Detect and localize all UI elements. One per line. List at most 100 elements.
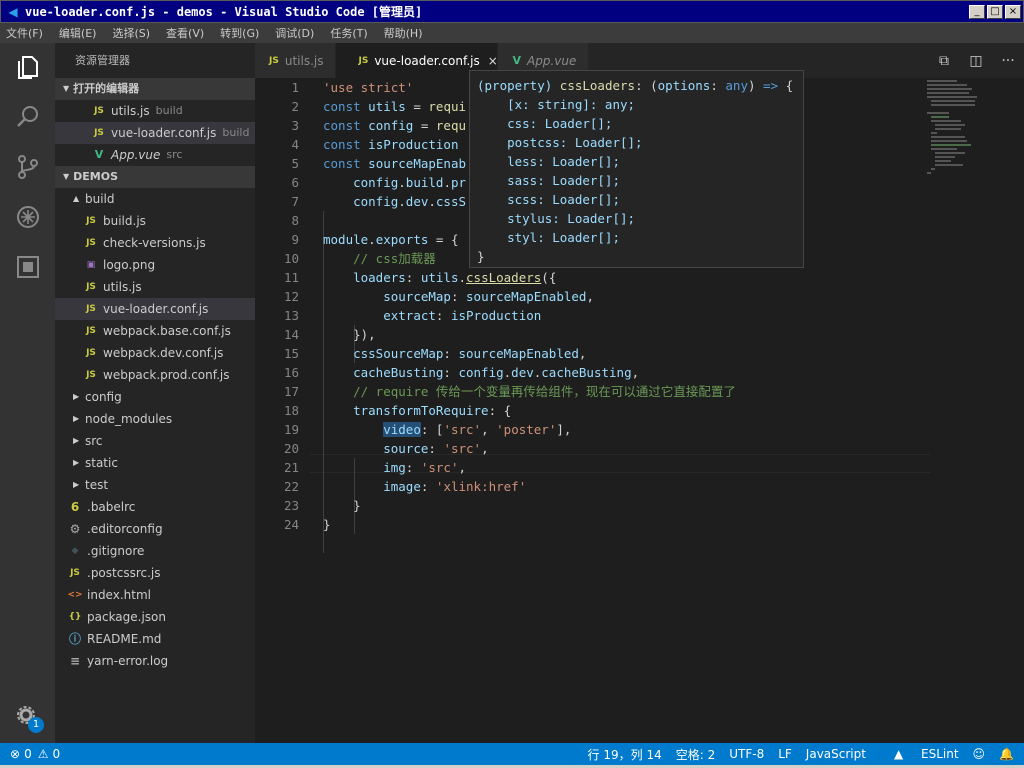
cursor-position[interactable]: 行 19，列 14 — [588, 746, 662, 763]
tree-folder[interactable]: ▶ test — [55, 474, 255, 496]
code-line: config.build.pr — [353, 175, 467, 190]
minimize-button[interactable]: _ — [969, 4, 985, 19]
code-line: } — [323, 498, 361, 513]
tree-item-label: .gitignore — [87, 544, 145, 558]
tree-folder[interactable]: ▶ config — [55, 386, 255, 408]
open-editor-item[interactable]: V App.vue src — [55, 144, 255, 166]
tree-file[interactable]: ◆ .gitignore — [55, 540, 255, 562]
error-count[interactable]: 0 — [24, 747, 32, 761]
open-editor-name: vue-loader.conf.js — [111, 126, 217, 140]
activity-bar: 1 — [0, 43, 55, 743]
hover-line: less: Loader[]; — [477, 154, 620, 169]
open-editor-item[interactable]: JS vue-loader.conf.js build — [55, 122, 255, 144]
maximize-button[interactable]: □ — [987, 4, 1003, 19]
menu-tasks[interactable]: 任务(T) — [330, 25, 367, 41]
chevron-right-icon: ▶ — [73, 458, 80, 467]
line-number: 4 — [291, 137, 299, 152]
chevron-down-icon: ▲ — [73, 194, 80, 203]
menu-help[interactable]: 帮助(H) — [384, 25, 423, 41]
open-editor-item[interactable]: JS utils.js build — [55, 100, 255, 122]
tree-file[interactable]: <> index.html — [55, 584, 255, 606]
language-mode[interactable]: JavaScript — [806, 747, 866, 761]
open-editors-header[interactable]: ▼ 打开的编辑器 — [55, 78, 255, 100]
code-line: const utils = requi — [323, 99, 467, 114]
menu-edit[interactable]: 编辑(E) — [59, 25, 97, 41]
tree-file-selected[interactable]: JS vue-loader.conf.js — [55, 298, 255, 320]
sidebar-title: 资源管理器 — [75, 54, 130, 67]
tree-folder[interactable]: ▶ static — [55, 452, 255, 474]
tab-label: utils.js — [284, 53, 324, 68]
line-number: 3 — [291, 118, 299, 133]
search-icon[interactable] — [0, 93, 55, 141]
tree-item-label: test — [85, 478, 109, 492]
js-file-icon: JS — [94, 128, 104, 138]
explorer-icon[interactable] — [0, 43, 55, 91]
tree-file[interactable]: {} package.json — [55, 606, 255, 628]
tree-folder-build[interactable]: ▲ build — [55, 188, 255, 210]
tree-file[interactable]: JS utils.js — [55, 276, 255, 298]
status-bar: ⊗ 0 ⚠ 0 行 19，列 14 空格: 2 UTF-8 LF JavaScrip… — [0, 743, 1024, 765]
code-line: sourceMap: sourceMapEnabled, — [383, 289, 594, 304]
line-number: 23 — [283, 498, 299, 513]
tree-file[interactable]: 6 .babelrc — [55, 496, 255, 518]
menu-debug[interactable]: 调试(D) — [275, 25, 314, 41]
code-line: const isProduction — [323, 137, 459, 152]
js-file-icon: JS — [269, 55, 279, 66]
feedback-smiley-icon[interactable]: ☺ — [973, 747, 986, 761]
info-file-icon: ⓘ — [68, 632, 81, 646]
hover-line: (property) cssLoaders: (options: any) =>… — [477, 78, 794, 93]
menu-go[interactable]: 转到(G) — [220, 25, 259, 41]
tab-close-icon[interactable]: × — [488, 54, 498, 68]
workspace-header[interactable]: ▼ DEMOS — [55, 166, 255, 188]
tab-utils-js[interactable]: JS utils.js — [255, 43, 337, 78]
line-number: 18 — [283, 403, 299, 418]
extensions-icon[interactable] — [0, 243, 55, 291]
encoding[interactable]: UTF-8 — [729, 747, 764, 761]
tree-item-label: utils.js — [103, 280, 142, 294]
tree-file[interactable]: ≡ yarn-error.log — [55, 650, 255, 672]
end-of-line[interactable]: LF — [778, 747, 792, 761]
more-actions-icon[interactable]: ··· — [992, 53, 1024, 69]
eslint-label: ESLint — [921, 747, 959, 761]
eslint-status[interactable]: ▲ ESLint — [880, 747, 959, 761]
menu-selection[interactable]: 选择(S) — [112, 25, 150, 41]
code-line: video: ['src', 'poster'], — [383, 422, 572, 437]
warnings-icon[interactable]: ⚠ — [38, 747, 49, 761]
line-number: 21 — [283, 460, 299, 475]
tree-file[interactable]: ▣ logo.png — [55, 254, 255, 276]
notifications-bell-icon[interactable]: 🔔 — [999, 747, 1014, 761]
hover-tooltip: (property) cssLoaders: (options: any) =>… — [469, 70, 804, 268]
source-control-icon[interactable] — [0, 143, 55, 191]
tab-label: vue-loader.conf.js — [374, 53, 480, 68]
menu-file[interactable]: 文件(F) — [6, 25, 43, 41]
open-editor-folder: src — [166, 148, 183, 161]
js-file-icon: JS — [86, 216, 96, 226]
tree-file[interactable]: JS check-versions.js — [55, 232, 255, 254]
warning-count[interactable]: 0 — [52, 747, 60, 761]
tree-item-label: config — [85, 390, 122, 404]
menu-view[interactable]: 查看(V) — [166, 25, 204, 41]
tree-file[interactable]: JS webpack.base.conf.js — [55, 320, 255, 342]
tree-item-label: .babelrc — [87, 500, 136, 514]
close-button[interactable]: × — [1005, 4, 1021, 19]
indentation[interactable]: 空格: 2 — [676, 746, 716, 763]
tree-folder[interactable]: ▶ src — [55, 430, 255, 452]
code-line: extract: isProduction — [383, 308, 542, 323]
tree-file[interactable]: ⓘ README.md — [55, 628, 255, 650]
tree-file[interactable]: JS .postcssrc.js — [55, 562, 255, 584]
tree-file[interactable]: ⚙ .editorconfig — [55, 518, 255, 540]
tree-folder[interactable]: ▶ node_modules — [55, 408, 255, 430]
split-editor-icon[interactable]: ◫ — [960, 53, 992, 69]
tree-file[interactable]: JS webpack.prod.conf.js — [55, 364, 255, 386]
tree-item-label: package.json — [87, 610, 167, 624]
debug-icon[interactable] — [0, 193, 55, 241]
tree-file[interactable]: JS webpack.dev.conf.js — [55, 342, 255, 364]
settings-gear-icon[interactable]: 1 — [0, 693, 55, 741]
vertical-scrollbar[interactable] — [1010, 78, 1024, 743]
tree-item-label: index.html — [87, 588, 151, 602]
errors-icon[interactable]: ⊗ — [10, 747, 20, 761]
hover-line: [x: string]: any; — [477, 97, 636, 112]
tree-file[interactable]: JS build.js — [55, 210, 255, 232]
open-changes-icon[interactable]: ⧉ — [928, 53, 960, 69]
line-number: 13 — [283, 308, 299, 323]
